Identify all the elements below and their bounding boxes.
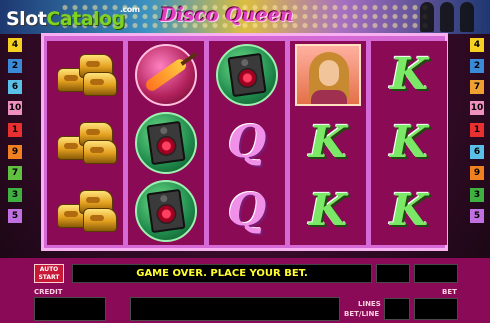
reel-cell — [128, 178, 204, 244]
speaker-symbol — [216, 44, 278, 106]
reel-cell: K — [290, 178, 366, 244]
reel-cell — [47, 178, 123, 244]
reel-cell — [290, 42, 366, 108]
payline-right-indicator: 9 — [470, 166, 484, 180]
q-symbol: Q — [227, 185, 267, 236]
shoe-icon — [83, 208, 117, 232]
reel-cell: K — [371, 110, 447, 176]
payline-right-indicator: 7 — [470, 80, 484, 94]
credit-label: CREDIT — [34, 288, 63, 296]
payline-left-indicator: 5 — [8, 209, 22, 223]
message-display: GAME OVER. PLACE YOUR BET. — [72, 264, 372, 283]
reel-3: QQ — [209, 41, 285, 245]
dancer-silhouette — [440, 2, 454, 32]
payline-left-indicator: 6 — [8, 80, 22, 94]
reel-cell — [128, 110, 204, 176]
queen-body — [311, 90, 347, 104]
reel-cell: K — [371, 42, 447, 108]
reel-cell — [47, 110, 123, 176]
bet-display — [414, 298, 458, 320]
payline-right-indicator: 5 — [470, 209, 484, 223]
payline-right-indicator: 3 — [470, 188, 484, 202]
queen-face — [319, 60, 339, 86]
speaker-icon — [146, 188, 186, 234]
k-symbol: K — [389, 117, 429, 168]
gold-shoes-symbol — [55, 118, 117, 168]
watermark-logo: SlotCatalog .com — [6, 5, 140, 30]
reel-2 — [128, 41, 204, 245]
k-symbol: K — [308, 185, 348, 236]
payline-right-indicator: 4 — [470, 38, 484, 52]
bet-label: BET — [442, 288, 457, 296]
dancer-silhouette — [420, 2, 434, 32]
reel-cell: K — [371, 178, 447, 244]
k-symbol: K — [389, 49, 429, 100]
payline-right-indicator: 6 — [470, 145, 484, 159]
lines-label: LINES — [358, 300, 381, 308]
payline-left-indicator: 10 — [8, 101, 22, 115]
reel-cell — [209, 42, 285, 108]
reel-cell: K — [290, 110, 366, 176]
guitar-symbol — [135, 44, 197, 106]
payline-right-indicator: 2 — [470, 59, 484, 73]
game-screen: SlotCatalog .com Disco Queen 4 2 6 10 1 9 7 3 5 … — [0, 0, 490, 323]
shoe-icon — [83, 140, 117, 164]
game-logo: Disco Queen — [160, 4, 294, 26]
k-symbol: K — [308, 117, 348, 168]
reels-frame: QQKKKKK — [41, 33, 448, 251]
win-display — [130, 297, 340, 321]
lines-display-top — [376, 264, 410, 283]
reel-4: KK — [290, 41, 366, 245]
auto-start-label: AUTO — [39, 266, 59, 273]
dancer-silhouette — [460, 2, 474, 32]
reel-5: KKK — [371, 41, 447, 245]
k-symbol: K — [389, 185, 429, 236]
speaker-symbol — [135, 112, 197, 174]
reel-cell — [128, 42, 204, 108]
auto-start-label: START — [38, 274, 60, 281]
q-symbol: Q — [227, 117, 267, 168]
reel-cell — [47, 42, 123, 108]
payline-left-indicator: 7 — [8, 166, 22, 180]
payline-right-indicator: 10 — [470, 101, 484, 115]
speaker-icon — [227, 52, 267, 98]
disco-queen-symbol — [295, 44, 361, 106]
reel-1 — [47, 41, 123, 245]
reel-cell: Q — [209, 178, 285, 244]
payline-left-indicator: 1 — [8, 123, 22, 137]
bet-per-line-label: BET/LINE — [344, 310, 380, 318]
payline-left-indicator: 2 — [8, 59, 22, 73]
payline-right-indicator: 1 — [470, 123, 484, 137]
reel-cell: Q — [209, 110, 285, 176]
shoe-icon — [83, 72, 117, 96]
gold-shoes-symbol — [55, 50, 117, 100]
payline-left-indicator: 3 — [8, 188, 22, 202]
guitar-icon — [143, 56, 189, 94]
gold-shoes-symbol — [55, 186, 117, 236]
payline-left-indicator: 9 — [8, 145, 22, 159]
speaker-icon — [146, 120, 186, 166]
credit-display — [34, 297, 106, 321]
lines-display — [384, 298, 410, 320]
auto-start-button[interactable]: AUTO START — [34, 264, 64, 283]
payline-left-indicator: 4 — [8, 38, 22, 52]
bet-display-top — [414, 264, 458, 283]
speaker-symbol — [135, 180, 197, 242]
